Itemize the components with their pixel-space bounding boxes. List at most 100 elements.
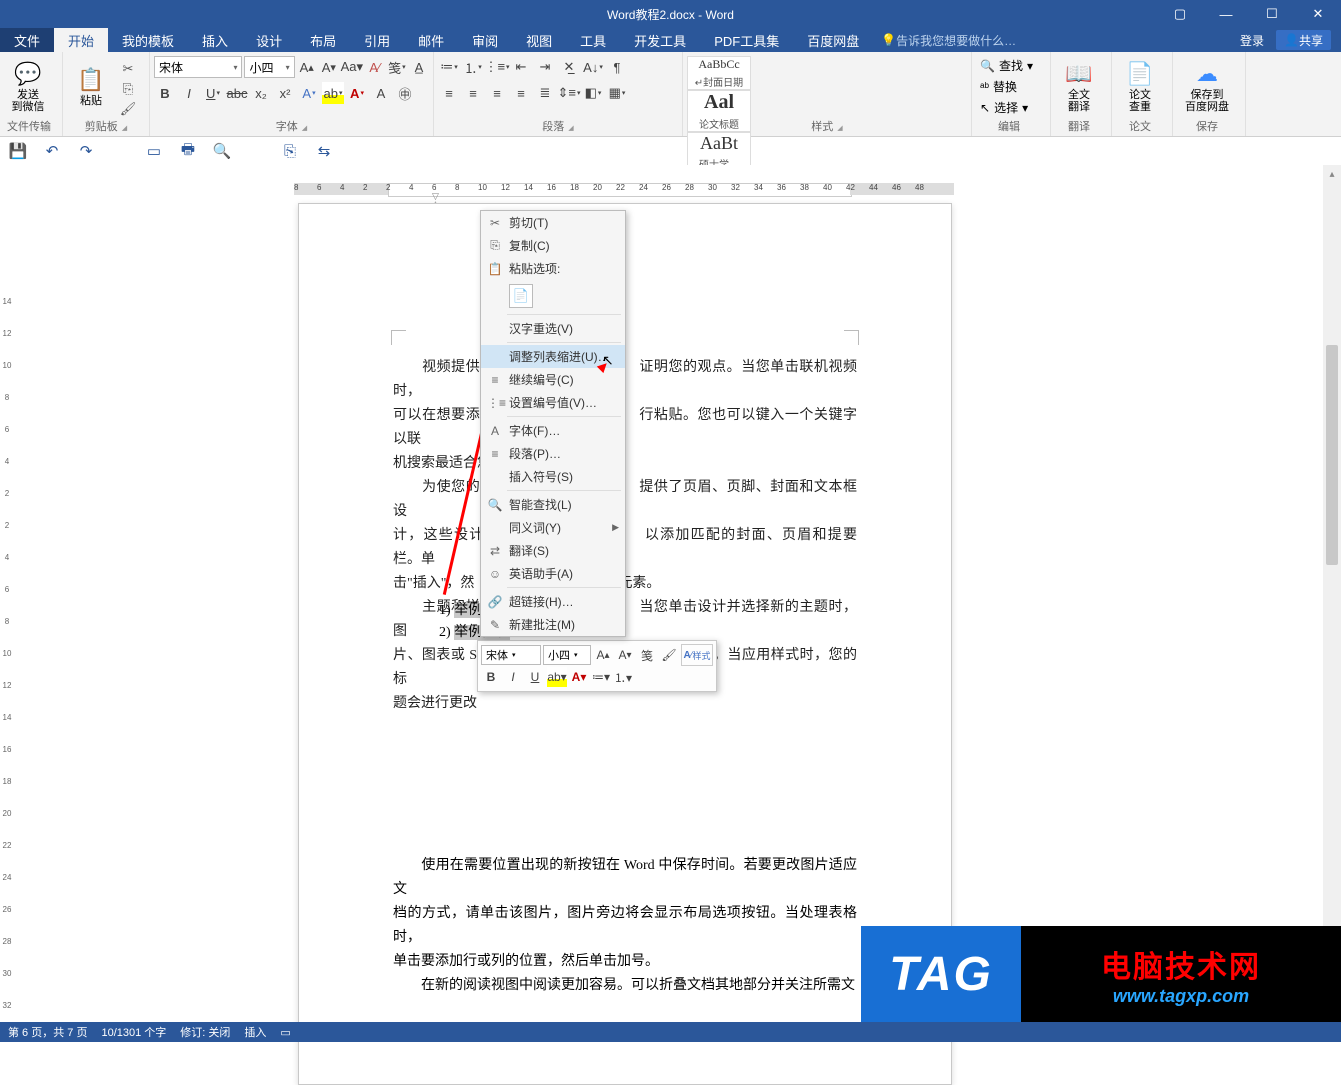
context-item[interactable]: 🔗超链接(H)… [481,590,625,613]
format-painter-button[interactable]: 🖌 [119,100,137,118]
status-track[interactable]: 修订: 关闭 [180,1024,230,1040]
numbering-button[interactable]: ⒈ [462,56,484,78]
sort-button[interactable]: A↓ [582,56,604,78]
paper-review-button[interactable]: 📄论文 查重 [1116,54,1164,120]
tab-mytemplate[interactable]: 我的模板 [108,28,188,52]
status-page[interactable]: 第 6 页，共 7 页 [8,1024,87,1040]
superscript-button[interactable]: x² [274,82,296,104]
qat-btn-5[interactable]: 🖶 [178,141,198,161]
mini-styles-button[interactable]: A⁄样式 [681,644,713,666]
grow-font-button[interactable]: A▴ [297,56,317,78]
tab-mail[interactable]: 邮件 [404,28,458,52]
font-name-combo[interactable]: 宋体▾ [154,56,242,78]
mini-phonetic[interactable]: 笺 [637,645,657,665]
save-baidu-button[interactable]: ☁保存到 百度网盘 [1177,54,1237,120]
context-item[interactable]: 🔍智能查找(L) [481,493,625,516]
mini-bold[interactable]: B [481,667,501,687]
bullets-button[interactable]: ≔ [438,56,460,78]
show-marks-button[interactable]: ¶ [606,56,628,78]
qat-redo-button[interactable]: ↷ [76,141,96,161]
vertical-ruler[interactable]: 1412108642246810121416182022242628303234 [0,201,20,1022]
context-item[interactable]: ≡段落(P)… [481,442,625,465]
horizontal-ruler[interactable]: 8642246810121416182022242628303234363840… [294,181,954,197]
enclose-char-button[interactable]: ㊥ [394,82,416,104]
status-words[interactable]: 10/1301 个字 [101,1024,166,1040]
multilevel-button[interactable]: ⋮≡ [486,56,508,78]
status-insert[interactable]: 插入 [244,1024,266,1040]
mini-italic[interactable]: I [503,667,523,687]
maximize-button[interactable]: ☐ [1249,0,1295,28]
share-button[interactable]: 👤 共享 [1276,30,1331,50]
context-item[interactable]: A字体(F)… [481,419,625,442]
font-size-combo[interactable]: 小四▾ [244,56,294,78]
copy-button[interactable]: ⎘ [119,80,137,98]
change-case-button[interactable]: Aa▾ [341,56,363,78]
underline-button[interactable]: U [202,82,224,104]
find-button[interactable]: 🔍 查找 ▾ [976,56,1046,75]
bold-button[interactable]: B [154,82,176,104]
strike-button[interactable]: abc [226,82,248,104]
translate-button[interactable]: 📖全文 翻译 [1055,54,1103,120]
ribbon-options-icon[interactable]: ▢ [1157,0,1203,28]
tab-layout[interactable]: 布局 [296,28,350,52]
font-color-button[interactable]: A [346,82,368,104]
increase-indent-button[interactable]: ⇥ [534,56,556,78]
italic-button[interactable]: I [178,82,200,104]
line-spacing-button[interactable]: ⇕≡ [558,82,580,104]
align-center-button[interactable]: ≡ [462,82,484,104]
context-item[interactable]: 汉字重选(V) [481,317,625,340]
align-left-button[interactable]: ≡ [438,82,460,104]
mini-font-combo[interactable]: 宋体▾ [481,645,541,665]
context-item[interactable]: 插入符号(S) [481,465,625,488]
shading-button[interactable]: ◧ [582,82,604,104]
tab-review[interactable]: 审阅 [458,28,512,52]
tab-insert[interactable]: 插入 [188,28,242,52]
clear-format-button[interactable]: A⁄ [365,56,385,78]
tab-references[interactable]: 引用 [350,28,404,52]
qat-btn-8[interactable]: ⇆ [314,141,334,161]
context-item[interactable]: ✎新建批注(M) [481,613,625,636]
decrease-indent-button[interactable]: ⇤ [510,56,532,78]
login-link[interactable]: 登录 [1240,32,1264,49]
replace-button[interactable]: ᵃᵇ 替换 [976,77,1046,96]
mini-numbering[interactable]: ⒈▾ [613,667,633,687]
subscript-button[interactable]: x₂ [250,82,272,104]
qat-save-button[interactable]: 💾 [8,141,28,161]
send-wechat-button[interactable]: 💬发送 到微信 [4,54,52,120]
distribute-button[interactable]: ≣ [534,82,556,104]
char-shading-button[interactable]: A [370,82,392,104]
mini-size-combo[interactable]: 小四▾ [543,645,591,665]
mini-underline[interactable]: U [525,667,545,687]
mini-format-painter[interactable]: 🖌 [659,645,679,665]
tab-pdf[interactable]: PDF工具集 [700,28,793,52]
context-item[interactable]: ⋮≡设置编号值(V)… [481,391,625,414]
qat-btn-4[interactable]: ▭ [144,141,164,161]
mini-shrink-font[interactable]: A▾ [615,645,635,665]
tell-me[interactable]: 💡 告诉我您想要做什么… [873,28,1016,52]
close-button[interactable]: ✕ [1295,0,1341,28]
tab-tools[interactable]: 工具 [566,28,620,52]
phonetic-button[interactable]: 笺 [387,56,407,78]
qat-btn-6[interactable]: 🔍 [212,141,232,161]
justify-button[interactable]: ≡ [510,82,532,104]
context-item[interactable]: 📋粘贴选项: [481,257,625,280]
cut-button[interactable]: ✂ [119,60,137,78]
scroll-up[interactable]: ▴ [1323,165,1341,183]
mini-font-color[interactable]: A▾ [569,667,589,687]
status-extra-icon[interactable]: ▭ [280,1026,290,1039]
tab-design[interactable]: 设计 [242,28,296,52]
tab-dev[interactable]: 开发工具 [620,28,700,52]
align-right-button[interactable]: ≡ [486,82,508,104]
context-item[interactable]: 同义词(Y)▶ [481,516,625,539]
ltr-button[interactable]: ✕̲ [558,56,580,78]
qat-btn-7[interactable]: ⎘ [280,141,300,161]
mini-grow-font[interactable]: A▴ [593,645,613,665]
tab-view[interactable]: 视图 [512,28,566,52]
minimize-button[interactable]: — [1203,0,1249,28]
select-button[interactable]: ↖ 选择 ▾ [976,98,1046,117]
shrink-font-button[interactable]: A▾ [319,56,339,78]
mini-highlight[interactable]: ab▾ [547,667,567,687]
borders-button[interactable]: ▦ [606,82,628,104]
qat-undo-button[interactable]: ↶ [42,141,62,161]
context-item[interactable]: ⎘复制(C) [481,234,625,257]
